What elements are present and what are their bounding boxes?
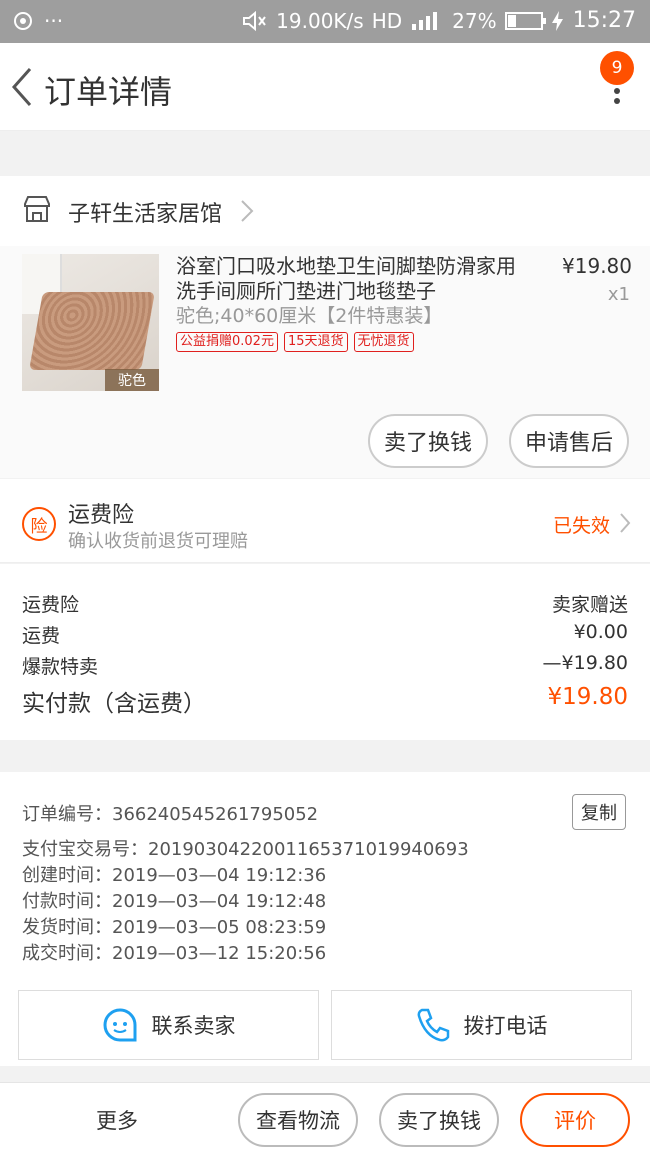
product-title: 浴室门口吸水地垫卫生间脚垫防滑家用洗手间厕所门垫进门地毯垫子 (176, 254, 516, 303)
bottom-action-bar: 更多 查看物流 卖了换钱 评价 (0, 1082, 650, 1155)
fee-row-insurance: 运费险 卖家赠送 (22, 590, 628, 617)
completed-time: 成交时间：2019—03—12 15:20:56 (22, 943, 327, 964)
network-type: HD (371, 8, 403, 33)
total-amount: ¥19.80 (547, 684, 628, 710)
back-arrow-icon (11, 68, 32, 106)
notification-dot-icon (14, 12, 32, 30)
insurance-status: 已失效 (552, 515, 610, 537)
insurance-title: 运费险 (68, 503, 135, 528)
service-tags: 公益捐赠0.02元 15天退货 无忧退货 (176, 332, 414, 352)
view-logistics-button[interactable]: 查看物流 (238, 1093, 358, 1147)
paid-time: 付款时间：2019—03—04 19:12:48 (22, 891, 327, 912)
copy-button[interactable]: 复制 (572, 794, 626, 830)
message-badge: 9 (600, 51, 634, 85)
network-speed: 19.00K/s (276, 8, 364, 33)
order-item[interactable]: 驼色 浴室门口吸水地垫卫生间脚垫防滑家用洗手间厕所门垫进门地毯垫子 驼色;40*… (0, 246, 650, 478)
sell-bottom-button[interactable]: 卖了换钱 (379, 1093, 499, 1147)
fee-row-shipping: 运费 ¥0.00 (22, 621, 628, 648)
battery-icon (504, 11, 546, 30)
back-button[interactable] (8, 65, 38, 109)
service-tag: 公益捐赠0.02元 (176, 332, 278, 352)
order-info: 订单编号：366240545261795052 复制 支付宝交易号：201903… (0, 772, 650, 982)
fee-summary: 运费险 卖家赠送 运费 ¥0.00 爆款特卖 —¥19.80 实付款（含运费） … (0, 564, 650, 740)
chevron-right-icon (241, 200, 254, 222)
mute-icon (243, 10, 266, 31)
shop-row[interactable]: 子轩生活家居馆 (0, 176, 650, 246)
status-time: 15:27 (572, 8, 636, 33)
after-sale-button[interactable]: 申请售后 (509, 414, 629, 468)
fee-row-discount: 爆款特卖 —¥19.80 (22, 652, 628, 679)
chat-bubble-icon (103, 1008, 136, 1042)
charging-icon (551, 10, 563, 31)
product-sku: 驼色;40*60厘米【2件特惠装】 (176, 305, 443, 327)
shop-name: 子轩生活家居馆 (68, 202, 223, 227)
fee-row-total: 实付款（含运费） ¥19.80 (22, 684, 628, 718)
call-phone-label: 拨打电话 (463, 1014, 548, 1038)
phone-icon (417, 1008, 449, 1042)
chevron-right-icon (620, 513, 631, 533)
total-label: 实付款（含运费） (22, 691, 206, 717)
service-tag: 15天退货 (283, 332, 348, 352)
shipping-insurance-row[interactable]: 险 运费险 确认收货前退货可理赔 已失效 (0, 479, 650, 563)
sell-button[interactable]: 卖了换钱 (368, 414, 488, 468)
contact-actions: 联系卖家 拨打电话 (0, 982, 650, 1066)
thumbnail-color-tag: 驼色 (105, 369, 159, 391)
battery-percent: 27% (452, 8, 497, 33)
fee-label: 爆款特卖 (22, 656, 99, 678)
shipped-time: 发货时间：2019—03—05 08:23:59 (22, 917, 327, 938)
contact-seller-button[interactable]: 联系卖家 (18, 990, 319, 1060)
created-time: 创建时间：2019—03—04 19:12:36 (22, 865, 327, 886)
insurance-icon: 险 (22, 507, 56, 541)
fee-label: 运费 (22, 625, 61, 647)
product-price: ¥19.80 (562, 254, 632, 278)
more-button[interactable]: 更多 (96, 1105, 138, 1135)
contact-seller-label: 联系卖家 (151, 1014, 236, 1038)
service-tag: 无忧退货 (353, 332, 414, 352)
fee-value: 卖家赠送 (551, 594, 628, 616)
signal-icon (412, 11, 438, 30)
insurance-subtitle: 确认收货前退货可理赔 (68, 531, 248, 552)
fee-value: —¥19.80 (542, 652, 628, 674)
status-dots: ··· (44, 9, 64, 33)
status-bar: ··· 19.00K/s HD 27% 15:27 (0, 0, 650, 43)
product-thumbnail[interactable]: 驼色 (22, 254, 159, 391)
store-icon (24, 196, 50, 222)
page-title: 订单详情 (44, 73, 173, 111)
product-quantity: x1 (607, 284, 630, 305)
fee-value: ¥0.00 (573, 621, 628, 643)
alipay-number: 支付宝交易号：2019030422001165371019940693 (22, 839, 469, 860)
nav-bar: 订单详情 9 (0, 43, 650, 131)
fee-label: 运费险 (22, 594, 80, 616)
review-button[interactable]: 评价 (520, 1093, 630, 1147)
order-number: 订单编号：366240545261795052 (22, 804, 319, 825)
call-phone-button[interactable]: 拨打电话 (331, 990, 632, 1060)
